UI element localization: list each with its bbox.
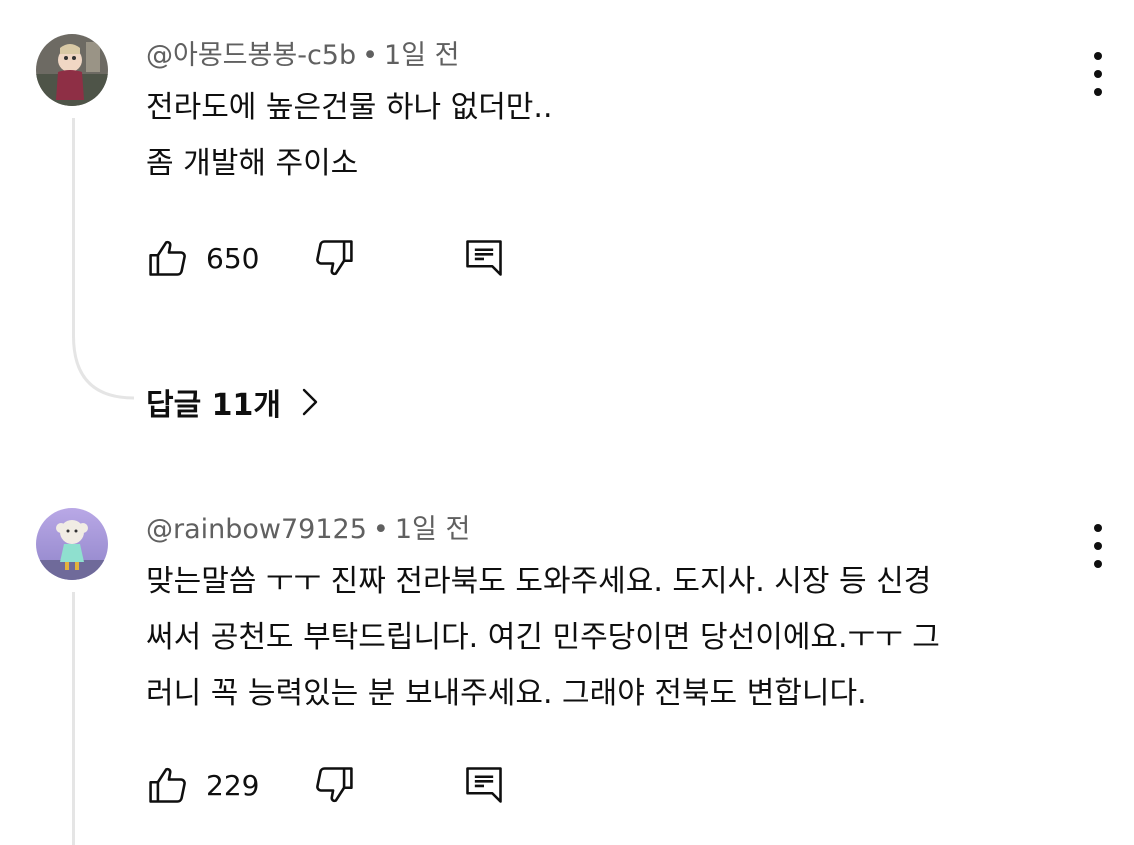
dislike-button[interactable]: [312, 234, 356, 282]
dislike-button[interactable]: [312, 761, 356, 809]
comment-time[interactable]: 1일 전: [395, 514, 470, 545]
view-replies-button[interactable]: 답글 11개: [146, 380, 321, 424]
comment-line: 써서 공천도 부탁드립니다. 여긴 민주당이면 당선이에요.ㅜㅜ 그: [146, 620, 940, 655]
reply-button[interactable]: [462, 234, 506, 282]
author-name[interactable]: @rainbow79125: [146, 514, 367, 545]
comment-meta: @아몽드봉봉-c5b • 1일 전: [146, 38, 460, 74]
thumbs-up-icon: [149, 240, 186, 276]
comment-line: 맞는말씀 ㅜㅜ 진짜 전라북도 도와주세요. 도지사. 시장 등 신경: [146, 564, 932, 599]
comment-menu-button[interactable]: [1086, 52, 1110, 96]
comment-text: 전라도에 높은건물 하나 없더만.. 좀 개발해 주이소: [146, 80, 1084, 192]
comment-text: 맞는말씀 ㅜㅜ 진짜 전라북도 도와주세요. 도지사. 시장 등 신경 써서 공…: [146, 554, 1084, 722]
thread-curve: [72, 336, 135, 400]
reply-comment-icon: [466, 767, 502, 803]
like-button[interactable]: 650: [146, 234, 259, 282]
avatar-image: [36, 34, 108, 106]
comment-line: 러니 꼭 능력있는 분 보내주세요. 그래야 전북도 변합니다.: [146, 676, 867, 711]
comment-meta: @rainbow79125 • 1일 전: [146, 512, 470, 548]
avatar-image: [36, 508, 108, 580]
reply-comment-icon: [466, 240, 502, 276]
comment-line: 전라도에 높은건물 하나 없더만..: [146, 90, 553, 125]
reply-button[interactable]: [462, 761, 506, 809]
like-count: 650: [206, 241, 260, 275]
meta-separator: •: [372, 514, 389, 545]
avatar[interactable]: [36, 508, 108, 580]
author-name[interactable]: @아몽드봉봉-c5b: [146, 40, 356, 71]
comment-time[interactable]: 1일 전: [384, 40, 459, 71]
comment-line: 좀 개발해 주이소: [146, 146, 359, 181]
like-count: 229: [206, 768, 260, 802]
like-button[interactable]: 229: [146, 761, 259, 809]
comment-menu-button[interactable]: [1086, 524, 1110, 568]
replies-label: 답글 11개: [146, 388, 281, 423]
thread-line: [72, 592, 75, 845]
more-vertical-icon: [1094, 524, 1102, 532]
more-vertical-icon: [1094, 52, 1102, 60]
meta-separator: •: [362, 40, 379, 71]
thread-line: [72, 118, 75, 338]
avatar[interactable]: [36, 34, 108, 106]
thumbs-up-icon: [149, 767, 186, 803]
thumbs-down-icon: [316, 767, 353, 803]
thumbs-down-icon: [316, 240, 353, 276]
chevron-right-icon: [302, 388, 318, 416]
